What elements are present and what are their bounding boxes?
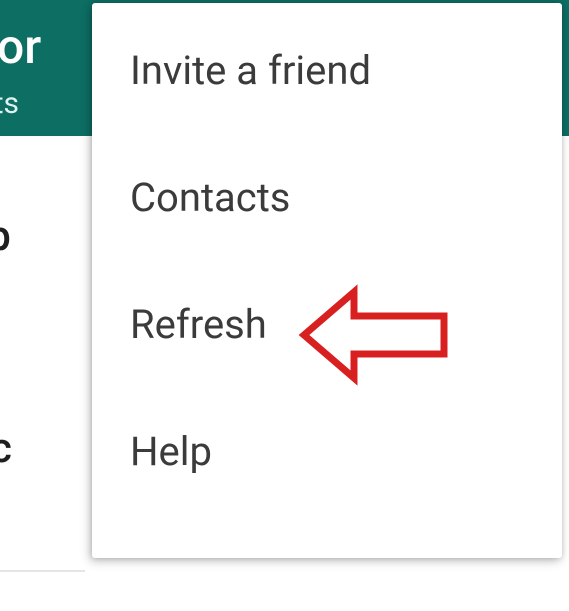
list-item[interactable]: ntac: [0, 424, 12, 473]
divider: [0, 570, 85, 572]
page-subtitle: cts: [0, 86, 19, 121]
menu-item-label: Invite a friend: [130, 47, 371, 94]
list-item[interactable]: oup: [0, 212, 11, 261]
page-title: t cor: [0, 18, 41, 75]
menu-item-contacts[interactable]: Contacts: [92, 134, 562, 261]
menu-item-label: Help: [130, 428, 212, 475]
overflow-menu: Invite a friend Contacts Refresh Help: [92, 3, 562, 558]
menu-item-help[interactable]: Help: [92, 388, 562, 515]
menu-item-label: Contacts: [130, 174, 290, 221]
menu-item-label: Refresh: [130, 301, 267, 348]
menu-item-invite-friend[interactable]: Invite a friend: [92, 3, 562, 134]
menu-item-refresh[interactable]: Refresh: [92, 261, 562, 388]
